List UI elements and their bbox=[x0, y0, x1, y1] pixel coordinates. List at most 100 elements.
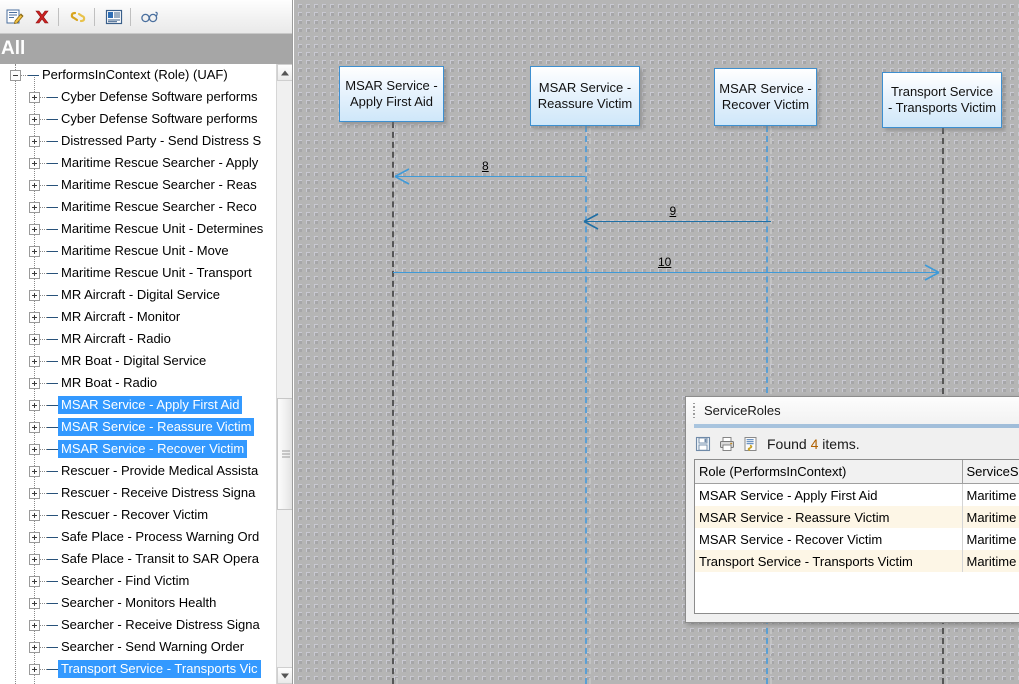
tree-item[interactable]: Searcher - Find Victim bbox=[0, 570, 276, 592]
tree-root-node[interactable]: PerformsInContext (Role) (UAF) bbox=[0, 64, 276, 86]
tree-item[interactable]: MR Boat - Radio bbox=[0, 372, 276, 394]
expand-icon[interactable] bbox=[29, 553, 40, 565]
expand-icon[interactable] bbox=[29, 223, 40, 235]
tree-item-label: Searcher - Monitors Health bbox=[61, 595, 217, 610]
expand-icon[interactable] bbox=[29, 443, 40, 455]
lifeline-msar-reassure-victim[interactable] bbox=[585, 126, 587, 684]
message-line-8[interactable] bbox=[395, 176, 585, 177]
message-label-text: 10 bbox=[658, 255, 672, 269]
tree-item[interactable]: Searcher - Receive Distress Signa bbox=[0, 614, 276, 636]
column-header[interactable]: ServiceSpec or ServiceInterface bbox=[962, 460, 1019, 484]
delete-icon[interactable] bbox=[30, 5, 54, 29]
expand-icon[interactable] bbox=[29, 113, 40, 125]
lifeline-box-msar-apply-first-aid[interactable]: MSAR Service - Apply First Aid bbox=[339, 66, 444, 122]
expand-icon[interactable] bbox=[29, 377, 40, 389]
panel-grip-icon[interactable] bbox=[689, 402, 699, 420]
expand-icon[interactable] bbox=[29, 509, 40, 521]
service-roles-panel[interactable]: ServiceRoles Found 4 items. Role (Perfor… bbox=[685, 396, 1019, 623]
scroll-down-arrow-icon[interactable] bbox=[277, 667, 292, 684]
link-icon[interactable] bbox=[66, 5, 90, 29]
tree-item[interactable]: Rescuer - Receive Distress Signa bbox=[0, 482, 276, 504]
expand-icon[interactable] bbox=[29, 201, 40, 213]
message-label-9[interactable]: 9 bbox=[670, 204, 677, 218]
message-line-10[interactable] bbox=[393, 272, 939, 273]
tree-item[interactable]: Maritime Rescue Searcher - Reas bbox=[0, 174, 276, 196]
toolbar-separator-3 bbox=[130, 7, 131, 26]
expand-icon[interactable] bbox=[29, 641, 40, 653]
expand-icon[interactable] bbox=[29, 597, 40, 609]
message-label-10[interactable]: 10 bbox=[658, 255, 671, 269]
tree-scrollbar-thumb[interactable] bbox=[277, 398, 292, 510]
tree-connector bbox=[40, 646, 58, 648]
table-row[interactable]: Transport Service - Transports Victim Mar… bbox=[695, 550, 1019, 572]
expand-icon[interactable] bbox=[29, 619, 40, 631]
expand-icon[interactable] bbox=[29, 289, 40, 301]
expand-icon[interactable] bbox=[29, 91, 40, 103]
expand-icon[interactable] bbox=[29, 575, 40, 587]
expand-icon[interactable] bbox=[29, 267, 40, 279]
column-header[interactable]: Role (PerformsInContext) bbox=[695, 460, 963, 484]
save-icon[interactable] bbox=[693, 434, 713, 454]
expand-icon[interactable] bbox=[29, 421, 40, 433]
tree-item[interactable]: Maritime Rescue Searcher - Apply bbox=[0, 152, 276, 174]
refresh-icon[interactable] bbox=[741, 434, 761, 454]
tree-item[interactable]: Distressed Party - Send Distress S bbox=[0, 130, 276, 152]
tree-item[interactable]: Cyber Defense Software performs bbox=[0, 108, 276, 130]
tree-item[interactable]: MR Aircraft - Radio bbox=[0, 328, 276, 350]
tree-item[interactable]: MSAR Service - Apply First Aid bbox=[0, 394, 276, 416]
tree-connector bbox=[40, 448, 58, 450]
tree-item[interactable]: Cyber Defense Software performs bbox=[0, 86, 276, 108]
view-icon[interactable] bbox=[138, 5, 162, 29]
tree-item[interactable]: Safe Place - Process Warning Ord bbox=[0, 526, 276, 548]
expand-icon[interactable] bbox=[29, 179, 40, 191]
service-roles-table-container[interactable]: Role (PerformsInContext)ServiceSpec or S… bbox=[694, 459, 1019, 614]
tree-connector bbox=[40, 206, 58, 208]
scroll-up-arrow-icon[interactable] bbox=[277, 64, 292, 81]
lifeline-box-msar-reassure-victim[interactable]: MSAR Service - Reassure Victim bbox=[530, 66, 640, 126]
expand-icon[interactable] bbox=[29, 465, 40, 477]
message-line-9[interactable] bbox=[584, 221, 771, 222]
table-row[interactable]: MSAR Service - Recover VictimMaritime Se… bbox=[695, 528, 1019, 550]
expand-icon[interactable] bbox=[29, 355, 40, 367]
expand-icon[interactable] bbox=[29, 245, 40, 257]
print-icon[interactable] bbox=[717, 434, 737, 454]
expand-icon[interactable] bbox=[29, 531, 40, 543]
expand-icon[interactable] bbox=[29, 157, 40, 169]
collapse-icon[interactable] bbox=[10, 69, 21, 81]
tree-item[interactable]: MR Boat - Digital Service bbox=[0, 350, 276, 372]
expand-icon[interactable] bbox=[29, 663, 40, 675]
tree-item[interactable]: Maritime Rescue Unit - Transport bbox=[0, 262, 276, 284]
expand-icon[interactable] bbox=[29, 333, 40, 345]
table-row[interactable]: MSAR Service - Reassure VictimMaritime S… bbox=[695, 506, 1019, 528]
tree-item[interactable]: MSAR Service - Reassure Victim bbox=[0, 416, 276, 438]
message-label-8[interactable]: 8 bbox=[482, 159, 489, 173]
tree-item[interactable]: Maritime Rescue Unit - Move bbox=[0, 240, 276, 262]
expand-icon[interactable] bbox=[29, 487, 40, 499]
tree-item[interactable]: Rescuer - Provide Medical Assista bbox=[0, 460, 276, 482]
tree-item[interactable]: Transport Service - Transports Vic bbox=[0, 658, 276, 680]
edit-icon[interactable] bbox=[3, 5, 27, 29]
tree-item[interactable]: MSAR Service - Recover Victim bbox=[0, 438, 276, 460]
expand-icon[interactable] bbox=[29, 135, 40, 147]
lifeline-box-transport-service-transports-victim[interactable]: Transport Service - Transports Victim bbox=[882, 72, 1002, 128]
tree-item-label: Maritime Rescue Searcher - Reco bbox=[61, 199, 257, 214]
tree-item[interactable]: MR Aircraft - Monitor bbox=[0, 306, 276, 328]
lifeline-box-msar-recover-victim[interactable]: MSAR Service - Recover Victim bbox=[714, 68, 817, 126]
tree-item[interactable]: Maritime Rescue Unit - Determines bbox=[0, 218, 276, 240]
table-row[interactable]: MSAR Service - Apply First AidMaritime S… bbox=[695, 483, 1019, 506]
tree-item[interactable]: Searcher - Send Warning Order bbox=[0, 636, 276, 658]
expand-icon[interactable] bbox=[29, 399, 40, 411]
tree-item[interactable]: Safe Place - Transit to SAR Opera bbox=[0, 548, 276, 570]
sequence-diagram-canvas[interactable]: MSAR Service - Apply First Aid MSAR Servi… bbox=[294, 0, 1019, 684]
tree-item[interactable]: Rescuer - Recover Victim bbox=[0, 504, 276, 526]
lifeline-msar-apply-first-aid[interactable] bbox=[391, 122, 394, 684]
tree-item[interactable]: Maritime Rescue Searcher - Reco bbox=[0, 196, 276, 218]
tree-scrollbar[interactable] bbox=[276, 64, 292, 684]
tree-connector bbox=[40, 272, 58, 274]
tree-item-label: Transport Service - Transports Vic bbox=[58, 660, 261, 678]
table-body: MSAR Service - Apply First AidMaritime S… bbox=[695, 483, 1019, 572]
tree-item[interactable]: Searcher - Monitors Health bbox=[0, 592, 276, 614]
properties-icon[interactable] bbox=[102, 5, 126, 29]
tree-item[interactable]: MR Aircraft - Digital Service bbox=[0, 284, 276, 306]
expand-icon[interactable] bbox=[29, 311, 40, 323]
